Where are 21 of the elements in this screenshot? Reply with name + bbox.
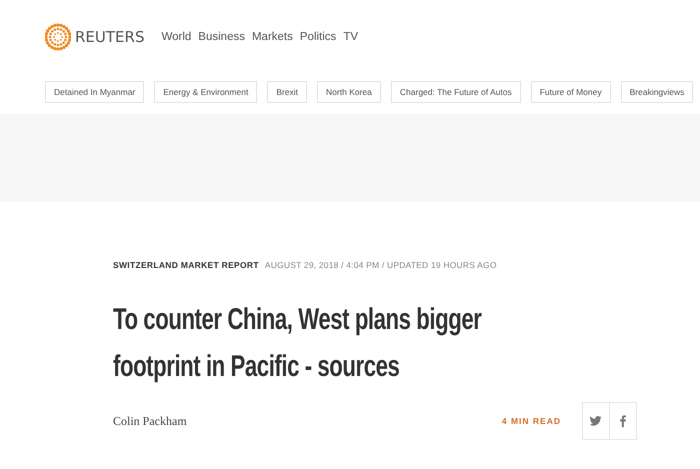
nav-link[interactable]: Politics (300, 31, 336, 43)
topic-button[interactable]: Energy & Environment (154, 81, 258, 103)
nav-link[interactable]: World (161, 31, 192, 43)
nav-link[interactable]: Business (198, 31, 245, 43)
share-button[interactable] (582, 402, 610, 440)
nav-link[interactable]: TV (343, 31, 358, 43)
topic-button[interactable]: Detained In Myanmar (45, 81, 144, 103)
nav-link[interactable]: Markets (252, 31, 293, 43)
topic-button[interactable]: North Korea (317, 81, 381, 103)
brand-name[interactable]: REUTERS (75, 28, 144, 46)
topic-button[interactable]: Breakingviews (620, 81, 694, 103)
topic-button[interactable]: Brexit (267, 81, 308, 103)
topic-button[interactable]: Charged: The Future of Autos (390, 81, 521, 103)
share-button[interactable] (609, 402, 637, 440)
section-label[interactable]: SWITZERLAND MARKET REPORT (113, 260, 259, 270)
author-name[interactable]: Colin Packham (113, 414, 502, 428)
logo-icon[interactable] (45, 22, 71, 52)
headline: To counter China, West plans bigger footprint in Pacific - sources (113, 302, 482, 385)
topic-button[interactable]: Future of Money (530, 81, 611, 103)
read-time: 4 MIN READ (502, 416, 561, 426)
dateline: AUGUST 29, 2018 / 4:04 PM / UPDATED 19 HOURS AGO (264, 260, 497, 270)
